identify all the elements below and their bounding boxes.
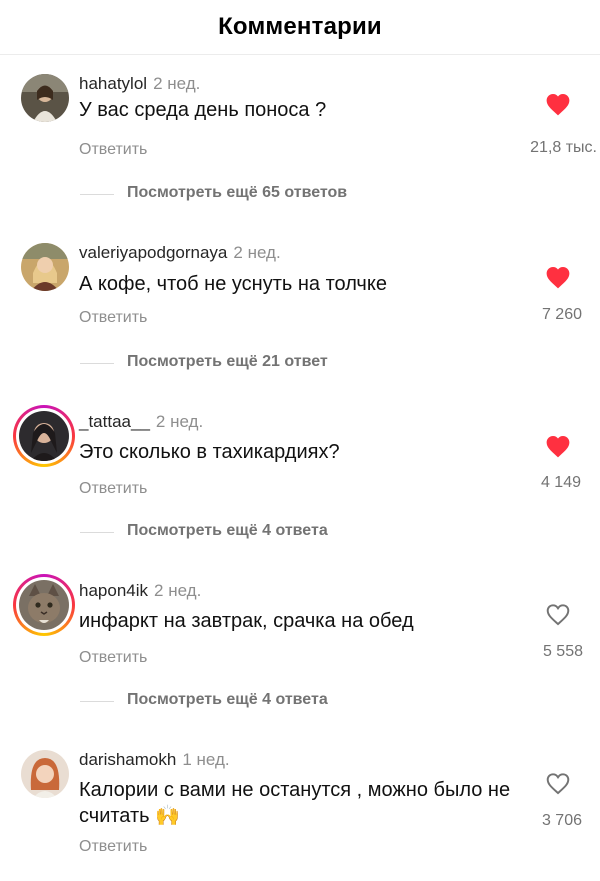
like-count: 21,8 тыс.: [530, 139, 597, 156]
avatar[interactable]: [21, 74, 69, 122]
view-more-replies-label: Посмотреть ещё 4 ответа: [127, 522, 328, 539]
page-title: Комментарии: [218, 13, 382, 40]
reply-button[interactable]: Ответить: [79, 309, 147, 327]
avatar[interactable]: [13, 405, 75, 467]
view-more-replies[interactable]: Посмотреть ещё 65 ответов: [0, 182, 600, 206]
username[interactable]: darishamokh: [79, 750, 176, 769]
reply-button[interactable]: Ответить: [79, 649, 147, 667]
comment-text: У вас среда день поноса ?: [79, 99, 327, 121]
view-more-replies-label: Посмотреть ещё 65 ответов: [127, 184, 348, 201]
view-more-replies[interactable]: Посмотреть ещё 4 ответа: [0, 520, 600, 544]
avatar[interactable]: [13, 574, 75, 636]
comment-text: Это сколько в тахикардиях?: [79, 441, 340, 463]
divider: [80, 194, 114, 195]
comment-item: hahatylol 2 нед. У вас среда день поноса …: [0, 74, 600, 194]
reply-button[interactable]: Ответить: [79, 141, 147, 159]
divider: [80, 701, 114, 702]
comment-item: valeriyapodgornaya 2 нед. А кофе, чтоб не…: [0, 243, 600, 363]
comment-time: 1 нед.: [182, 750, 230, 769]
comment-time: 2 нед.: [155, 412, 204, 431]
divider: [80, 363, 114, 364]
username[interactable]: valeriyapodgornaya: [79, 243, 227, 262]
heart-outline-icon[interactable]: [545, 771, 571, 795]
comment-item: darishamokh 1 нед. Калории с вами не оста…: [0, 750, 600, 870]
comment-text: инфаркт на завтрак, срачка на обед: [79, 610, 414, 632]
comment-text: А кофе, чтоб не уснуть на толчке: [79, 273, 387, 295]
view-more-replies[interactable]: Посмотреть ещё 4 ответа: [0, 689, 600, 713]
like-count: 3 706: [541, 812, 582, 829]
comment-item: hapon4ik 2 нед. инфаркт на завтрак, срачк…: [0, 574, 600, 701]
avatar[interactable]: [21, 243, 69, 291]
username[interactable]: _tattaa__: [79, 412, 150, 431]
like-count: 5 558: [542, 643, 583, 660]
reply-button[interactable]: Ответить: [79, 838, 147, 856]
avatar[interactable]: [21, 750, 69, 798]
comment-time: 2 нед.: [154, 581, 202, 600]
view-more-replies[interactable]: Посмотреть ещё 21 ответ: [0, 351, 600, 375]
comment-time: 2 нед.: [233, 243, 281, 262]
like-count: 7 260: [541, 306, 582, 323]
comments-header: Комментарии: [0, 0, 600, 55]
username[interactable]: hapon4ik: [79, 581, 148, 600]
divider: [80, 532, 114, 533]
view-more-replies-label: Посмотреть ещё 21 ответ: [127, 353, 328, 370]
heart-outline-icon[interactable]: [545, 602, 571, 626]
heart-filled-icon[interactable]: [545, 434, 571, 458]
heart-filled-icon[interactable]: [545, 265, 571, 289]
username[interactable]: hahatylol: [79, 74, 147, 93]
comment-item: _tattaa__ 2 нед. Это сколько в тахикардия…: [0, 405, 600, 532]
comment-time: 2 нед.: [153, 74, 201, 93]
reply-button[interactable]: Ответить: [79, 480, 147, 498]
heart-filled-icon[interactable]: [545, 92, 571, 116]
like-count: 4 149: [540, 474, 581, 491]
view-more-replies-label: Посмотреть ещё 4 ответа: [127, 691, 328, 708]
